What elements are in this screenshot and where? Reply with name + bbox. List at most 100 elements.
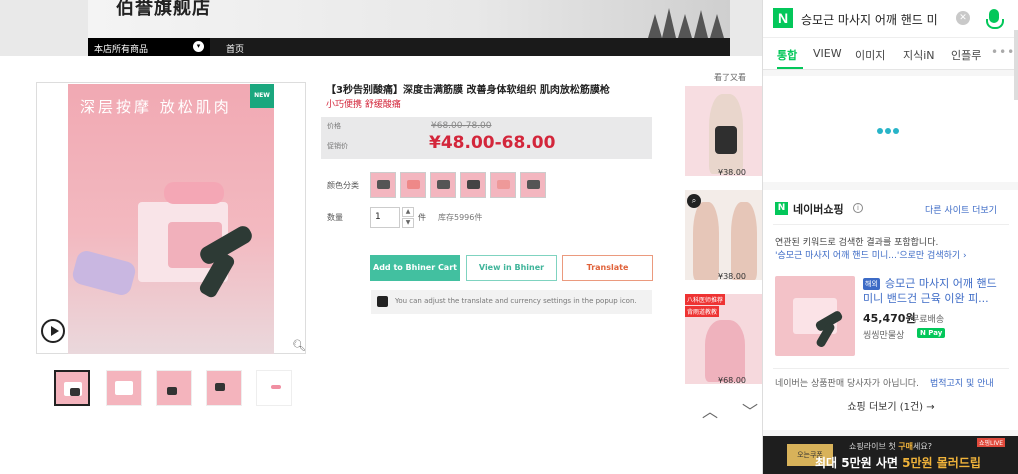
- ad-line-1: 쇼핑라이브 첫 구매세요?: [849, 442, 932, 451]
- extension-icon: [377, 296, 388, 307]
- shopping-live-ad[interactable]: 오는쿠폰 쇼핑라이브 첫 구매세요? 최대 5만원 사면 5만원 몰러드립 쇼핑…: [763, 436, 1018, 474]
- store-banner: 伯誉旗舰店: [88, 0, 730, 38]
- promo-price-label: 促销价: [327, 142, 348, 150]
- color-swatch-4[interactable]: [460, 172, 486, 198]
- promo-price: ¥48.00-68.00: [429, 133, 556, 153]
- nav-home-link[interactable]: 首页: [226, 42, 244, 55]
- new-badge: NEW: [250, 84, 274, 108]
- color-swatch-1[interactable]: [370, 172, 396, 198]
- chevron-down-icon: ▾: [193, 41, 204, 52]
- seller-name[interactable]: 씽씽만물상: [863, 328, 904, 341]
- color-swatch-5[interactable]: [490, 172, 516, 198]
- color-swatch-3[interactable]: [430, 172, 456, 198]
- naver-search-bar: N 승모근 마사지 어깨 핸드 미 ✕: [763, 0, 1018, 38]
- naver-shopping-icon: N: [775, 202, 788, 215]
- loading-dot: [877, 128, 883, 134]
- nav-all-products[interactable]: 本店所有商品 ▾: [88, 38, 210, 56]
- thumbnail-3[interactable]: [156, 370, 192, 406]
- store-name: 伯誉旗舰店: [116, 0, 211, 19]
- ad-line-2: 최대 5만원 사면 5만원 몰러드립: [815, 456, 981, 470]
- translate-hint: You can adjust the translate and currenc…: [371, 290, 652, 314]
- shopping-more-link[interactable]: 쇼핑 더보기 (1건) →: [763, 398, 1018, 413]
- other-sites-link[interactable]: 다른 사이트 더보기: [925, 203, 997, 216]
- recommend-header: 看了又看: [714, 73, 746, 82]
- search-tabs: 통합 VIEW 이미지 지식iN 인플루 •••: [763, 38, 1018, 70]
- loading-dot: [893, 128, 899, 134]
- naver-search-panel: N 승모근 마사지 어깨 핸드 미 ✕ 통합 VIEW 이미지 지식iN 인플루…: [762, 0, 1018, 474]
- shipping-info: 무료배송: [911, 315, 945, 325]
- product-subtitle: 小巧便携 舒缓酸痛: [326, 100, 401, 110]
- color-swatch-2[interactable]: [400, 172, 426, 198]
- stock-count: 库存5996件: [438, 213, 483, 222]
- pink-roller: [164, 182, 224, 204]
- shopping-product-price: 45,470원: [863, 312, 916, 325]
- original-price-label: 价格: [327, 122, 341, 130]
- shopping-product-name[interactable]: 승모근 마사지 어깨 핸드 미니 밴드건 근육 이완 피...: [863, 276, 1009, 306]
- recommend-price-1: ¥38.00: [718, 168, 746, 177]
- microphone-icon[interactable]: [986, 9, 1004, 29]
- ad-live-badge: 쇼핑LIVE: [977, 438, 1006, 447]
- shopping-product-image[interactable]: [775, 276, 855, 356]
- related-keyword-note: 연관된 키워드로 검색한 결과를 포함합니다.: [775, 238, 939, 248]
- overseas-tag: 해외: [863, 278, 880, 290]
- quantity-increment-button[interactable]: ▲: [402, 207, 414, 217]
- search-icon[interactable]: ⌕: [687, 194, 701, 208]
- clear-search-icon[interactable]: ✕: [956, 11, 970, 25]
- tab-view[interactable]: VIEW: [813, 47, 842, 60]
- product-title: 【3秒告别酸痛】深度击满筋膜 改善身体软组织 肌肉放松筋膜枪: [326, 85, 610, 96]
- product-main-image[interactable]: 深层按摩 放松肌肉: [68, 84, 274, 354]
- hint-text: You can adjust the translate and currenc…: [395, 297, 637, 305]
- divider: [773, 368, 1009, 369]
- search-input[interactable]: 승모근 마사지 어깨 핸드 미: [801, 11, 955, 28]
- exact-search-link[interactable]: '승모근 마사지 어깨 핸드 미니...'으로만 검색하기 ›: [775, 248, 1011, 261]
- store-navbar: 本店所有商品 ▾ 首页: [88, 38, 730, 56]
- loading-dot: [885, 128, 891, 134]
- recommend-tag: 八科医师推荐: [685, 294, 726, 305]
- quantity-unit: 件: [418, 213, 426, 222]
- active-tab-indicator: [777, 67, 803, 69]
- translate-button[interactable]: Translate: [562, 255, 653, 281]
- thumbnail-1[interactable]: [54, 370, 90, 406]
- quantity-decrement-button[interactable]: ▼: [402, 218, 414, 228]
- tree-decoration: [648, 14, 662, 38]
- quantity-label: 数量: [327, 213, 343, 222]
- color-swatch-6[interactable]: [520, 172, 546, 198]
- info-icon[interactable]: i: [853, 203, 863, 213]
- add-to-cart-button[interactable]: Add to Bhiner Cart: [370, 255, 460, 281]
- tree-decoration: [678, 14, 692, 38]
- recommend-tag: 背雨道教教: [685, 306, 720, 317]
- tab-images[interactable]: 이미지: [855, 47, 885, 63]
- nav-all-label: 本店所有商品: [94, 45, 149, 55]
- naver-shopping-section: N 네이버쇼핑 i 다른 사이트 더보기 연관된 키워드로 검색한 결과를 포함…: [763, 190, 1018, 430]
- zoom-icon[interactable]: 🔍︎: [292, 339, 306, 352]
- scroll-up-arrow-icon[interactable]: ︿: [702, 398, 718, 422]
- scroll-down-arrow-icon[interactable]: ﹀: [742, 398, 758, 422]
- view-in-bhiner-button[interactable]: View in Bhiner: [466, 255, 557, 281]
- tab-integrated[interactable]: 통합: [777, 47, 797, 63]
- color-label: 颜色分类: [327, 181, 359, 190]
- price-box: 价格 促销价 ¥68.00-78.00 ¥48.00-68.00: [321, 117, 652, 159]
- tree-decoration: [710, 14, 724, 38]
- recommend-price-2: ¥38.00: [718, 272, 746, 281]
- recommend-item-1[interactable]: [685, 86, 763, 176]
- thumbnail-5[interactable]: [256, 370, 292, 406]
- play-video-button[interactable]: [41, 319, 65, 343]
- shopping-title: 네이버쇼핑: [793, 203, 844, 216]
- image-headline: 深层按摩 放松肌肉: [80, 98, 232, 116]
- npay-badge: N Pay: [917, 328, 946, 338]
- naver-logo-icon[interactable]: N: [773, 8, 793, 28]
- quantity-input[interactable]: 1: [370, 207, 400, 228]
- tab-influencer[interactable]: 인플루: [951, 47, 981, 63]
- seller-disclaimer: 네이버는 상품판매 당사자가 아닙니다.: [775, 379, 919, 389]
- legal-notice-link[interactable]: 법적고지 및 안내: [930, 376, 994, 389]
- window-edge: [1014, 30, 1018, 100]
- lilac-device: [70, 248, 138, 298]
- thumbnail-4[interactable]: [206, 370, 242, 406]
- divider: [773, 224, 1009, 225]
- recommend-item-2[interactable]: ⌕: [685, 190, 763, 280]
- original-price: ¥68.00-78.00: [431, 121, 492, 131]
- thumbnail-2[interactable]: [106, 370, 142, 406]
- tab-kin[interactable]: 지식iN: [903, 47, 935, 63]
- recommend-item-3[interactable]: 八科医师推荐 背雨道教教: [685, 294, 763, 384]
- more-tabs-icon[interactable]: •••: [991, 45, 1015, 59]
